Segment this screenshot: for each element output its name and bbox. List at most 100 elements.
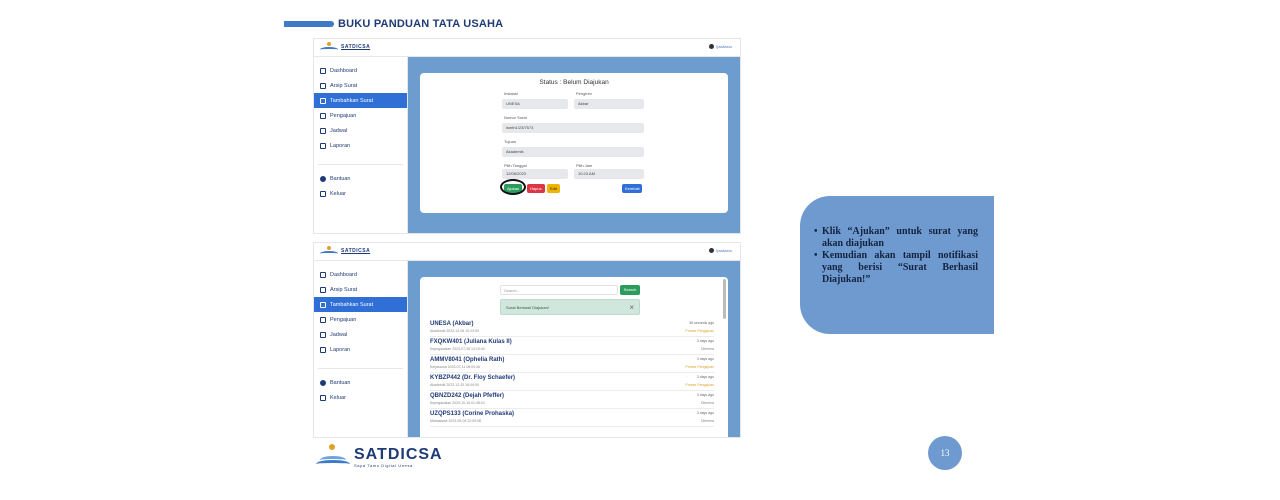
sidebar-item-keluar[interactable]: Keluar <box>314 390 407 405</box>
row-subtitle: Kerjasama 2023-07-11 06:00:46 <box>430 365 480 369</box>
sidebar-item-dashboard[interactable]: Dashboard <box>314 267 407 282</box>
dashboard-icon <box>320 67 326 74</box>
logout-icon <box>320 394 326 401</box>
logout-icon <box>320 190 326 197</box>
row-status: Proses Pengajuan <box>685 383 714 387</box>
sidebar-item-label: Jadwal <box>330 331 348 338</box>
calendar-icon <box>320 331 326 338</box>
letter-form-card: Status : Belum Diajukan Instansi UNESA P… <box>420 73 728 213</box>
submission-icon <box>320 112 326 119</box>
instansi-label: Instansi <box>504 91 518 96</box>
sidebar-item-tambahkan-surat[interactable]: Tambahkan Surat <box>314 297 407 312</box>
list-item[interactable]: KYBZP442 (Dr. Floy Schaefer) Akademik 20… <box>430 373 714 391</box>
row-status: Proses Pengajuan <box>685 329 714 333</box>
sidebar-item-pengajuan[interactable]: Pengajuan <box>314 108 407 123</box>
sidebar-item-dashboard[interactable]: Dashboard <box>314 63 407 78</box>
sidebar-item-label: Jadwal <box>330 127 348 134</box>
logo-tagline: Sapa Tamu Digital Unesa <box>354 462 413 468</box>
list-item[interactable]: UZQPS133 (Corine Prohaska) Mahasiswa 202… <box>430 409 714 427</box>
hapus-button[interactable]: Hapus <box>527 184 545 193</box>
instruction-item: Kemudian akan tampil notifikasi yang ber… <box>814 250 978 286</box>
sidebar-item-tambahkan-surat[interactable]: Tambahkan Surat <box>314 93 407 108</box>
sidebar-item-label: Dashboard <box>330 271 357 278</box>
sidebar-item-label: Pengajuan <box>330 112 357 119</box>
app-logo-text: SATDICSA <box>341 248 371 254</box>
sidebar-item-jadwal[interactable]: Jadwal <box>314 123 407 138</box>
highlight-circle <box>500 179 526 195</box>
row-status: Diterima <box>700 401 714 405</box>
scrollbar[interactable] <box>723 279 726 319</box>
archive-icon <box>320 82 326 89</box>
sidebar-item-bantuan[interactable]: Bantuan <box>314 375 407 390</box>
sidebar-item-label: Bantuan <box>330 379 351 386</box>
nomor-surat-label: Nomor Surat <box>504 115 527 120</box>
main-content: Status : Belum Diajukan Instansi UNESA P… <box>408 57 740 233</box>
logo-wordmark: SATDICSA Sapa Tamu Digital Unesa <box>354 446 443 468</box>
nomor-surat-field[interactable]: ismth1/23/7573 <box>502 123 644 133</box>
app-logo[interactable]: SATDICSA <box>320 246 370 256</box>
user-label: Ijaaliastu <box>716 248 732 253</box>
user-menu[interactable]: Ijaaliastu <box>709 44 732 49</box>
list-item[interactable]: FXQKW401 (Juliana Kulas II) Kepegawaian … <box>430 337 714 355</box>
app-logo[interactable]: SATDICSA <box>320 42 370 52</box>
header-accent-bar <box>284 21 334 27</box>
letter-list-card: Search... Search Surat Berhasil Diajukan… <box>420 277 728 437</box>
help-icon <box>320 175 326 182</box>
row-name: KYBZP442 (Dr. Floy Schaefer) <box>430 375 516 381</box>
satdicsa-logo-icon <box>316 444 350 470</box>
list-item[interactable]: UNESA (Akbar) Akademik 2023-12-06 10:23:… <box>430 319 714 337</box>
row-subtitle: Akademik 2023-12-20 16:09:00 <box>430 383 479 387</box>
search-button[interactable]: Search <box>620 285 640 295</box>
sidebar-item-arsip-surat[interactable]: Arsip Surat <box>314 282 407 297</box>
tujuan-field[interactable]: Akademik <box>502 147 644 157</box>
user-menu[interactable]: Ijaaliastu <box>709 248 732 253</box>
sidebar-item-label: Keluar <box>330 190 346 197</box>
report-icon <box>320 346 326 353</box>
tanggal-field[interactable]: 12/06/2023 <box>502 169 568 179</box>
row-subtitle: Akademik 2023-12-06 10:23:00 <box>430 329 479 333</box>
row-status: Proses Pengajuan <box>685 365 714 369</box>
kembali-button[interactable]: Kembali <box>622 184 643 193</box>
instruction-callout: Klik “Ajukan” untuk surat yang akan diaj… <box>800 196 994 334</box>
sidebar-item-label: Arsip Surat <box>330 82 358 89</box>
row-subtitle: Kepegawaian 2023-07-28 13:15:40 <box>430 347 485 351</box>
sidebar-item-label: Laporan <box>330 142 351 149</box>
search-input[interactable]: Search... <box>500 285 618 295</box>
logo-wave <box>320 456 346 464</box>
sidebar-item-label: Arsip Surat <box>330 286 358 293</box>
list-item[interactable]: AMMV8041 (Ophelia Rath) Kerjasama 2023-0… <box>430 355 714 373</box>
page-number: 13 <box>928 436 962 470</box>
row-name: AMMV8041 (Ophelia Rath) <box>430 357 505 363</box>
sidebar-item-laporan[interactable]: Laporan <box>314 138 407 153</box>
footer-logo: SATDICSA Sapa Tamu Digital Unesa <box>316 444 443 470</box>
calendar-icon <box>320 127 326 134</box>
screenshot-list: SATDICSA Ijaaliastu Dashboard Arsip Sura… <box>313 242 741 438</box>
row-time-ago: 3 days ago <box>696 375 714 379</box>
instansi-field[interactable]: UNESA <box>502 99 568 109</box>
sidebar-item-arsip-surat[interactable]: Arsip Surat <box>314 78 407 93</box>
report-icon <box>320 142 326 149</box>
row-name: FXQKW401 (Juliana Kulas II) <box>430 339 512 345</box>
add-document-icon <box>320 301 326 308</box>
sidebar-item-jadwal[interactable]: Jadwal <box>314 327 407 342</box>
satdicsa-logo-icon <box>320 42 338 52</box>
jam-field[interactable]: 10:23 AM <box>574 169 644 179</box>
close-icon[interactable]: × <box>629 300 634 315</box>
sidebar-item-laporan[interactable]: Laporan <box>314 342 407 357</box>
sidebar-item-pengajuan[interactable]: Pengajuan <box>314 312 407 327</box>
row-status: Diterima <box>700 347 714 351</box>
row-time-ago: 3 days ago <box>696 411 714 415</box>
sidebar-item-keluar[interactable]: Keluar <box>314 186 407 201</box>
sidebar-divider <box>318 357 403 369</box>
jam-label: Pilih Jam <box>576 163 593 168</box>
doc-header: BUKU PANDUAN TATA USAHA <box>284 16 503 32</box>
tujuan-label: Tujuan <box>504 139 517 144</box>
pengirim-field[interactable]: Akbar <box>574 99 644 109</box>
sidebar-item-label: Tambahkan Surat <box>330 97 374 104</box>
edit-button[interactable]: Edit <box>547 184 560 193</box>
row-status: Diterima <box>700 419 714 423</box>
sidebar-item-bantuan[interactable]: Bantuan <box>314 171 407 186</box>
list-item[interactable]: QBNZD242 (Dejah Pfeffer) Kepegawaian 202… <box>430 391 714 409</box>
main-content: Search... Search Surat Berhasil Diajukan… <box>408 261 740 437</box>
tanggal-label: Pilih Tanggal <box>504 163 527 168</box>
